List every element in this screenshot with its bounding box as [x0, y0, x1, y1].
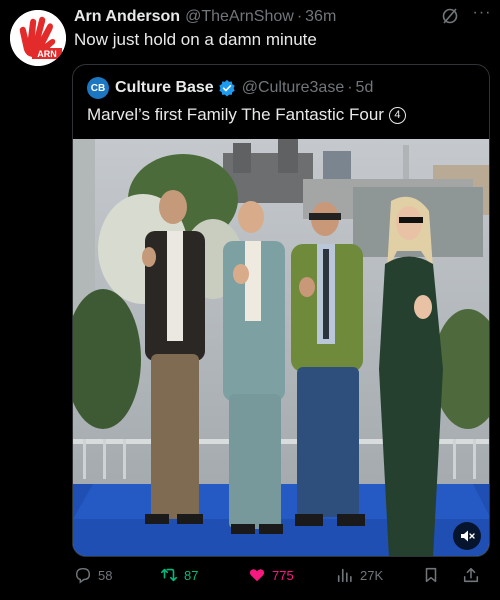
reply-icon [75, 567, 91, 584]
mute-button[interactable] [453, 522, 481, 550]
quoted-name[interactable]: Culture Base [115, 79, 214, 97]
post-text: Now just hold on a damn minute [74, 30, 317, 49]
post-header: Arn Anderson @TheArnShow · 36m [74, 6, 490, 28]
quoted-header: CB Culture Base @Culture3ase · 5d [87, 77, 373, 99]
author-name[interactable]: Arn Anderson [74, 8, 180, 26]
grok-icon[interactable] [440, 6, 460, 26]
like-count: 775 [272, 567, 294, 583]
quoted-handle[interactable]: @Culture3ase [242, 79, 345, 97]
video-frame [73, 139, 489, 556]
share-button[interactable] [462, 562, 486, 588]
separator-dot: · [296, 8, 303, 25]
separator-dot: · [347, 79, 353, 96]
bookmark-icon [425, 567, 437, 583]
mute-icon [461, 530, 475, 542]
more-icon[interactable]: ··· [470, 4, 494, 26]
post[interactable]: ARN Arn Anderson @TheArnShow · 36m ··· N… [0, 0, 500, 600]
svg-text:ARN: ARN [37, 49, 57, 59]
like-button[interactable]: 775 [248, 562, 294, 588]
quoted-post[interactable]: CB Culture Base @Culture3ase · 5d Marvel… [72, 64, 490, 557]
views-count: 27K [360, 567, 384, 583]
views-icon [337, 568, 352, 583]
quoted-text-body: Marvel’s first Family The Fantastic Four [87, 105, 384, 124]
quoted-text: Marvel’s first Family The Fantastic Four… [87, 105, 406, 125]
like-icon [249, 569, 265, 582]
views-button[interactable]: 27K [336, 562, 383, 588]
number-badge: 4 [388, 106, 406, 124]
bookmark-button[interactable] [422, 562, 446, 588]
reply-button[interactable]: 58 [74, 562, 112, 588]
action-bar: 58 87 775 27K [74, 562, 494, 588]
verified-icon [219, 79, 235, 97]
video-media[interactable] [73, 139, 489, 556]
quoted-time[interactable]: 5d [356, 79, 374, 97]
author-avatar[interactable]: ARN [10, 10, 66, 66]
quoted-avatar[interactable]: CB [87, 77, 109, 99]
share-icon [463, 567, 479, 583]
author-handle[interactable]: @TheArnShow [185, 8, 294, 26]
repost-icon [160, 568, 178, 582]
repost-button[interactable]: 87 [160, 562, 198, 588]
repost-count: 87 [184, 567, 199, 583]
post-time[interactable]: 36m [305, 8, 336, 26]
reply-count: 58 [98, 567, 113, 583]
